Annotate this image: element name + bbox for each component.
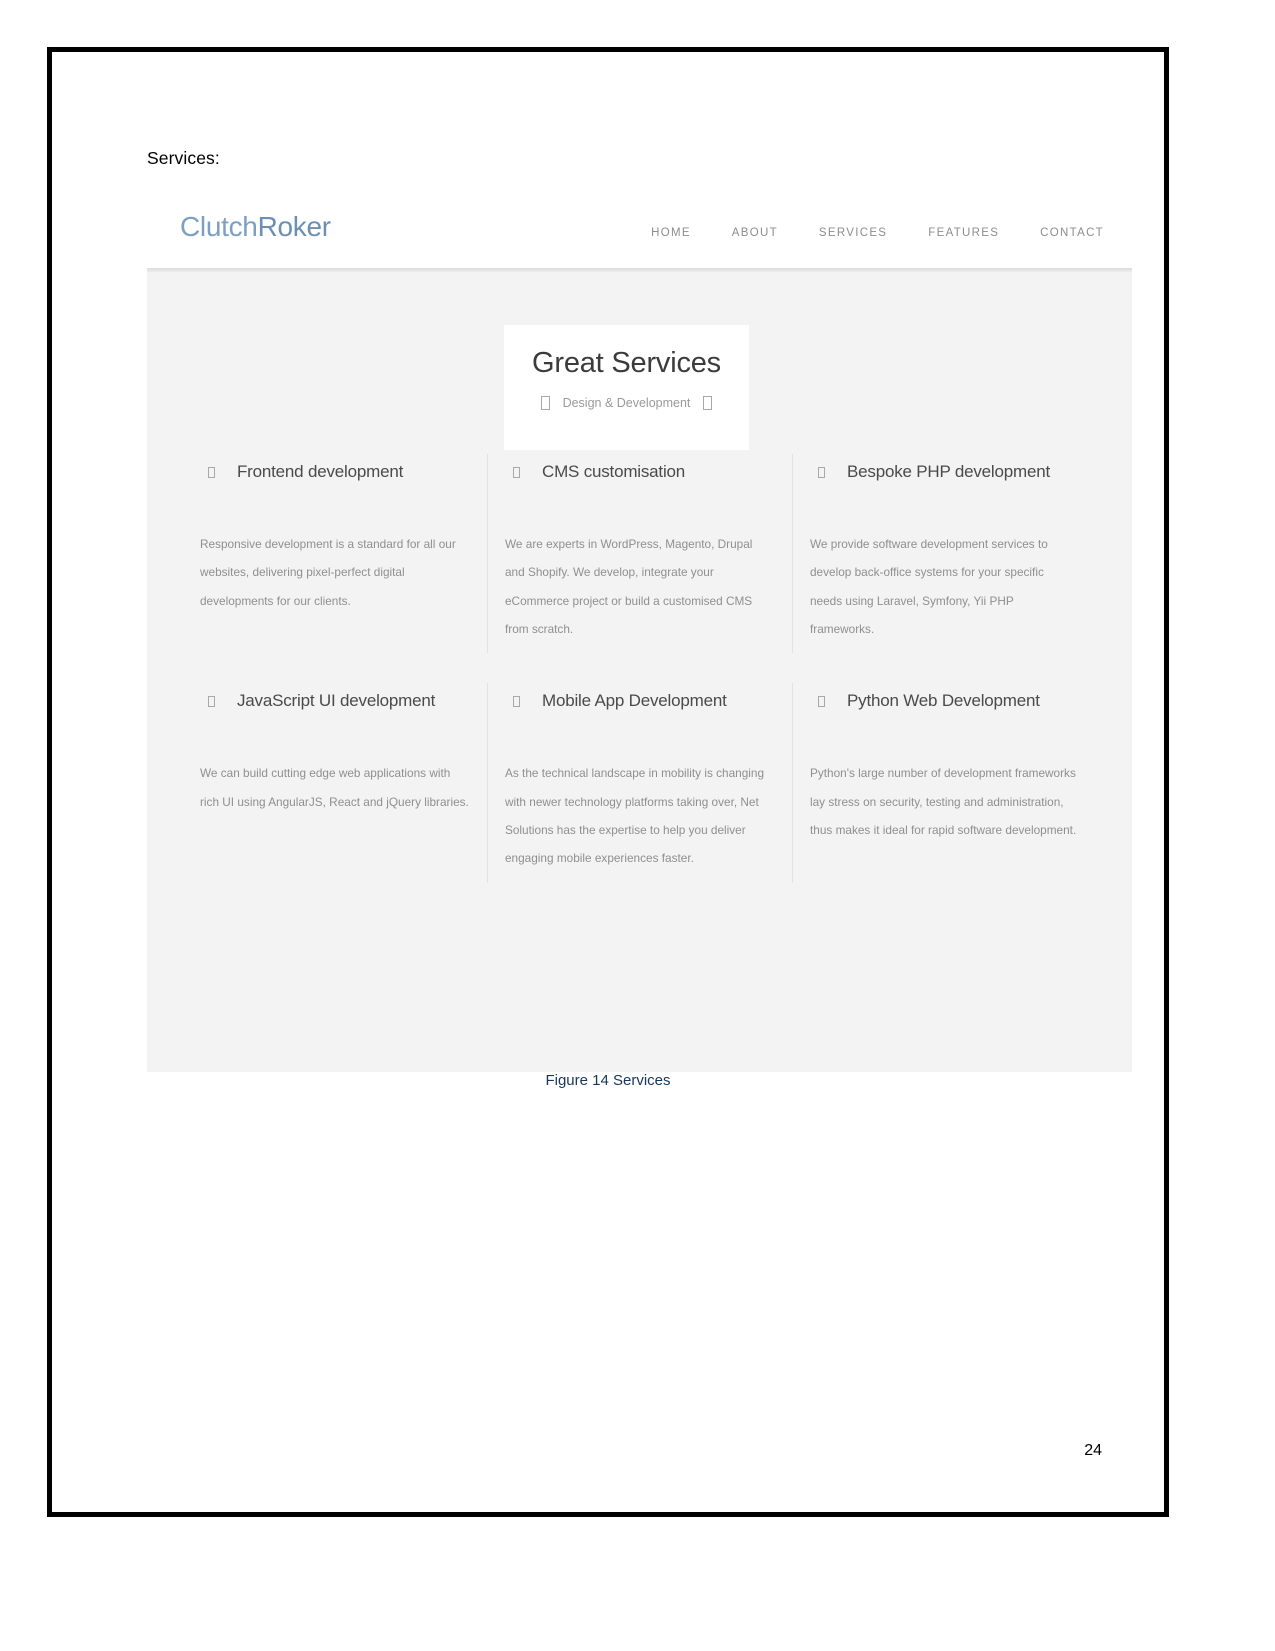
page-number: 24 [1084, 1442, 1102, 1459]
service-card-header: Frontend development [200, 462, 469, 482]
site-body: Great Services Design & Development Fron… [147, 272, 1132, 1072]
service-card-python-web-development[interactable]: Python Web Development Python's large nu… [792, 671, 1097, 900]
service-title: Python Web Development [847, 691, 1040, 711]
service-title: Frontend development [237, 462, 404, 481]
service-card-javascript-ui-development[interactable]: JavaScript UI development We can build c… [182, 671, 487, 900]
site-logo[interactable]: ClutchRoker [180, 211, 331, 243]
service-description: As the technical landscape in mobility i… [505, 766, 765, 866]
service-card-cms-customisation[interactable]: CMS customisation We are experts in Word… [487, 442, 792, 671]
hero-title: Great Services [532, 347, 721, 379]
service-card-frontend-development[interactable]: Frontend development Responsive developm… [182, 442, 487, 671]
missing-glyph-box-icon [540, 396, 550, 410]
service-description: We can build cutting edge web applicatio… [200, 766, 469, 809]
document-page: Services: ClutchRoker HOME ABOUT SERVICE… [47, 47, 1169, 1517]
hero-subtitle: Design & Development [562, 396, 691, 410]
figure-caption: Figure 14 Services [545, 1072, 671, 1089]
service-card-header: Bespoke PHP development [810, 462, 1079, 482]
service-card-mobile-app-development[interactable]: Mobile App Development As the technical … [487, 671, 792, 900]
brand-part-two: Roker [257, 211, 332, 242]
service-description: We provide software development services… [810, 537, 1048, 636]
nav-item-about[interactable]: ABOUT [732, 227, 778, 239]
brand-part-one: Clutch [180, 211, 258, 242]
missing-glyph-box-icon [703, 396, 713, 410]
missing-glyph-box-icon [208, 466, 215, 478]
missing-glyph-box-icon [513, 695, 520, 707]
missing-glyph-box-icon [513, 466, 520, 478]
site-navbar: ClutchRoker HOME ABOUT SERVICES FEATURES… [147, 192, 1132, 273]
service-description: We are experts in WordPress, Magento, Dr… [505, 537, 753, 636]
nav-links: HOME ABOUT SERVICES FEATURES CONTACT [651, 227, 1104, 239]
service-card-header: CMS customisation [505, 462, 774, 482]
website-screenshot: ClutchRoker HOME ABOUT SERVICES FEATURES… [147, 192, 1132, 1072]
hero-subtitle-row: Design & Development [504, 396, 749, 410]
nav-item-contact[interactable]: CONTACT [1040, 227, 1104, 239]
missing-glyph-box-icon [818, 466, 825, 478]
service-title: Mobile App Development [542, 691, 727, 711]
service-description: Python's large number of development fra… [810, 766, 1077, 837]
service-title: CMS customisation [542, 462, 686, 481]
hero-card: Great Services Design & Development [504, 325, 749, 450]
services-grid: Frontend development Responsive developm… [182, 442, 1097, 901]
missing-glyph-box-icon [818, 695, 825, 707]
service-card-header: Python Web Development [810, 691, 1079, 711]
nav-item-features[interactable]: FEATURES [928, 227, 999, 239]
missing-glyph-box-icon [208, 695, 215, 707]
service-card-bespoke-php-development[interactable]: Bespoke PHP development We provide softw… [792, 442, 1097, 671]
nav-item-services[interactable]: SERVICES [819, 227, 887, 239]
page-section-heading: Services: [147, 148, 220, 168]
service-card-header: Mobile App Development [505, 691, 774, 711]
service-title: Bespoke PHP development [847, 462, 1050, 481]
service-card-header: JavaScript UI development [200, 691, 469, 711]
nav-item-home[interactable]: HOME [651, 227, 691, 239]
service-title: JavaScript UI development [237, 691, 436, 711]
service-description: Responsive development is a standard for… [200, 537, 456, 608]
